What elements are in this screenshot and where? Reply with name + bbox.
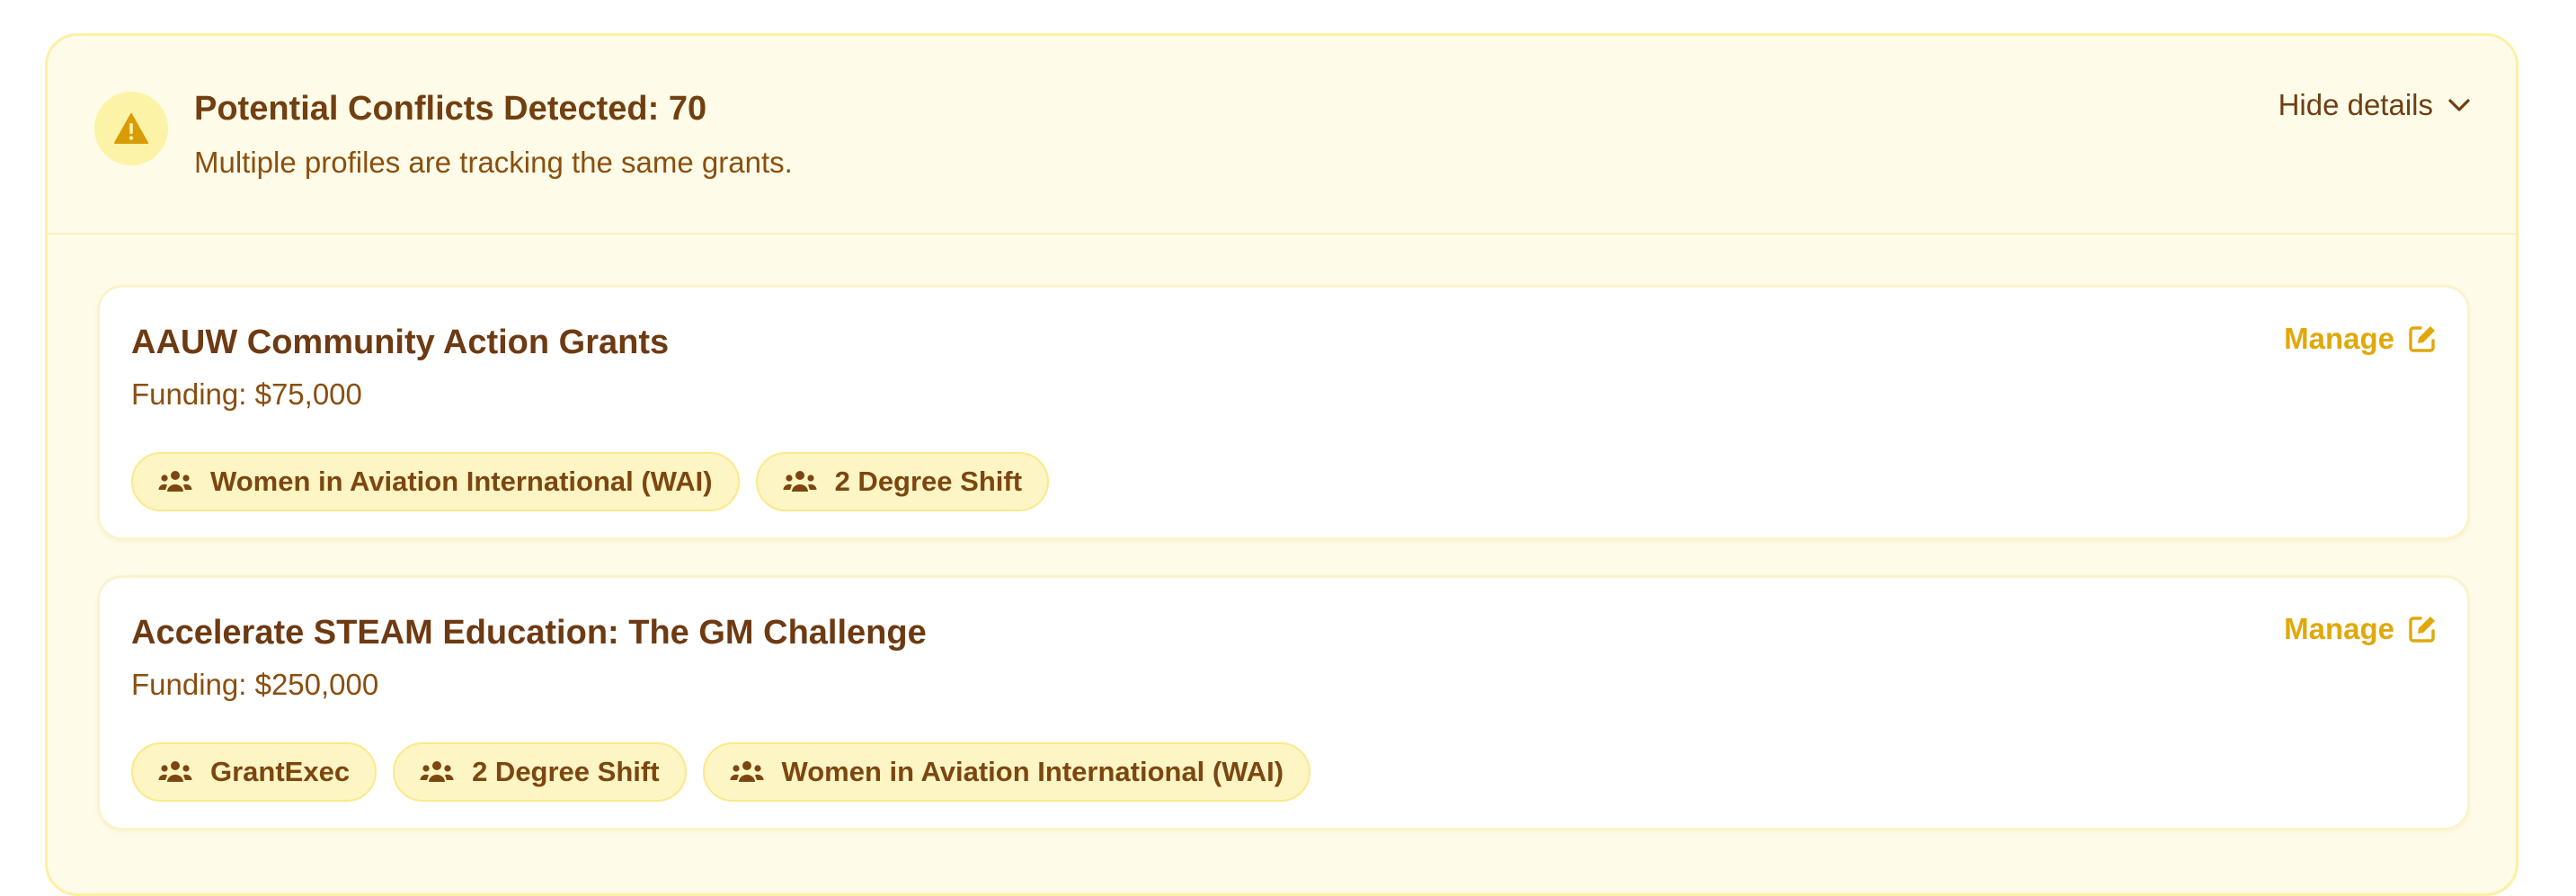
profile-tag: 2 Degree Shift [755,452,1050,511]
chevron-down-icon [2448,99,2470,111]
profile-tag-label: Women in Aviation International (WAI) [781,756,1284,787]
manage-button[interactable]: Manage [2284,322,2438,356]
users-icon [158,761,192,782]
users-icon [420,761,454,782]
profile-tag-label: GrantExec [210,756,351,787]
manage-button[interactable]: Manage [2284,612,2438,646]
hide-details-label: Hide details [2278,88,2433,121]
users-icon [730,761,764,782]
grant-card: Accelerate STEAM Education: The GM Chall… [97,575,2470,830]
grant-title: Accelerate STEAM Education: The GM Chall… [131,614,927,652]
edit-icon [2409,617,2435,643]
profile-tag-label: Women in Aviation International (WAI) [210,466,713,497]
grant-funding: Funding: $250,000 [131,668,379,701]
warning-icon-badge [94,92,168,165]
conflicts-panel: Potential Conflicts Detected: 70 Multipl… [45,33,2518,896]
manage-label: Manage [2284,612,2394,645]
profile-tag-label: 2 Degree Shift [834,466,1023,497]
profile-tag: GrantExec [131,742,378,802]
profile-tags: Women in Aviation International (WAI) 2 … [131,452,1050,511]
grant-funding: Funding: $75,000 [131,377,362,411]
profile-tag: 2 Degree Shift [393,742,687,802]
manage-label: Manage [2284,322,2394,355]
conflicts-subtitle: Multiple profiles are tracking the same … [194,146,793,179]
profile-tag: Women in Aviation International (WAI) [131,452,740,511]
conflicts-alert-header: Potential Conflicts Detected: 70 Multipl… [48,36,2516,235]
profile-tag: Women in Aviation International (WAI) [702,742,1311,802]
users-icon [783,471,817,492]
grant-title: AAUW Community Action Grants [131,324,670,361]
users-icon [158,471,192,492]
grant-card: AAUW Community Action Grants Funding: $7… [97,285,2470,540]
conflicts-title: Potential Conflicts Detected: 70 [194,90,707,128]
profile-tags: GrantExec 2 Degree Shift Women in Aviati… [131,742,1311,802]
profile-tag-label: 2 Degree Shift [472,756,660,787]
edit-icon [2409,326,2435,352]
warning-icon [114,113,148,144]
hide-details-button[interactable]: Hide details [2278,88,2471,122]
